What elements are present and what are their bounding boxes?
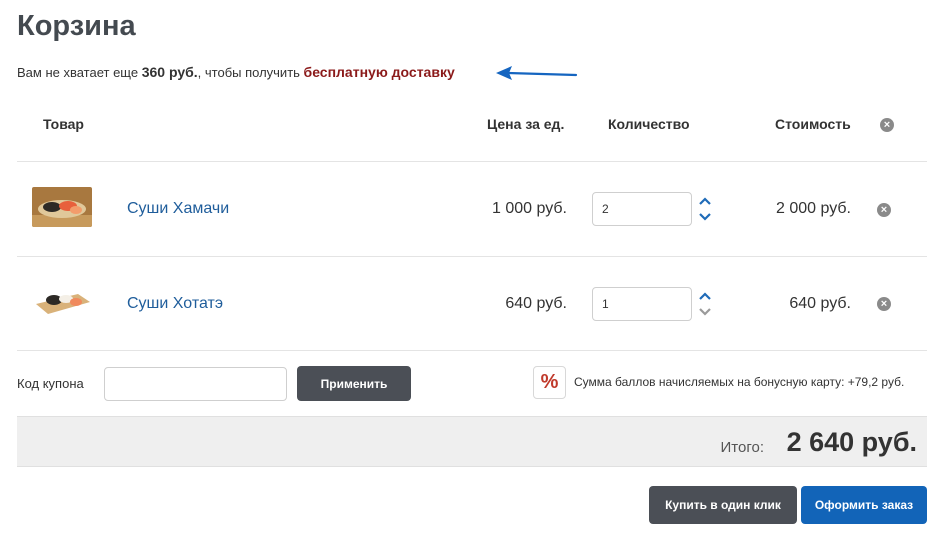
chevron-up-icon[interactable] (697, 196, 713, 206)
row-cost: 640 руб. (789, 295, 851, 312)
quantity-input[interactable] (592, 287, 692, 321)
total-bar: Итого: 2 640 руб. (17, 416, 927, 467)
remove-item-icon[interactable]: × (877, 297, 891, 311)
coupon-label: Код купона (17, 376, 84, 391)
clear-cart-icon[interactable]: × (880, 118, 894, 132)
apply-coupon-button[interactable]: Применить (297, 366, 411, 401)
product-link[interactable]: Суши Хамачи (127, 200, 229, 218)
header-quantity: Количество (608, 116, 690, 132)
total-label: Итого: (720, 439, 764, 456)
chevron-down-icon[interactable] (697, 212, 713, 222)
chevron-down-icon[interactable] (697, 307, 713, 317)
pointer-arrow-icon (496, 66, 578, 80)
product-link[interactable]: Суши Хотатэ (127, 295, 223, 313)
product-image-hotate[interactable] (32, 282, 92, 322)
chevron-up-icon[interactable] (697, 291, 713, 301)
divider (17, 161, 927, 162)
percent-icon: % (533, 366, 566, 399)
unit-price: 640 руб. (505, 295, 567, 312)
free-delivery-notice: Вам не хватает еще 360 руб., чтобы получ… (17, 64, 455, 80)
header-product: Товар (43, 116, 84, 132)
header-cost: Стоимость (775, 116, 851, 132)
divider (17, 256, 927, 257)
free-delivery-link[interactable]: бесплатную доставку (304, 64, 455, 80)
delivery-prefix: Вам не хватает еще (17, 65, 142, 80)
total-value: 2 640 руб. (786, 427, 917, 457)
row-cost: 2 000 руб. (776, 200, 851, 217)
checkout-button[interactable]: Оформить заказ (801, 486, 927, 524)
unit-price: 1 000 руб. (492, 200, 567, 217)
divider (17, 350, 927, 351)
coupon-input[interactable] (104, 367, 287, 401)
product-image-hamachi[interactable] (32, 187, 92, 227)
buy-one-click-button[interactable]: Купить в один клик (649, 486, 797, 524)
delivery-missing-amount: 360 руб. (141, 64, 198, 80)
page-title: Корзина (17, 10, 136, 42)
header-price: Цена за ед. (487, 116, 565, 132)
bonus-points-text: Сумма баллов начисляемых на бонусную кар… (574, 375, 905, 389)
delivery-middle: , чтобы получить (197, 65, 304, 80)
remove-item-icon[interactable]: × (877, 203, 891, 217)
quantity-input[interactable] (592, 192, 692, 226)
